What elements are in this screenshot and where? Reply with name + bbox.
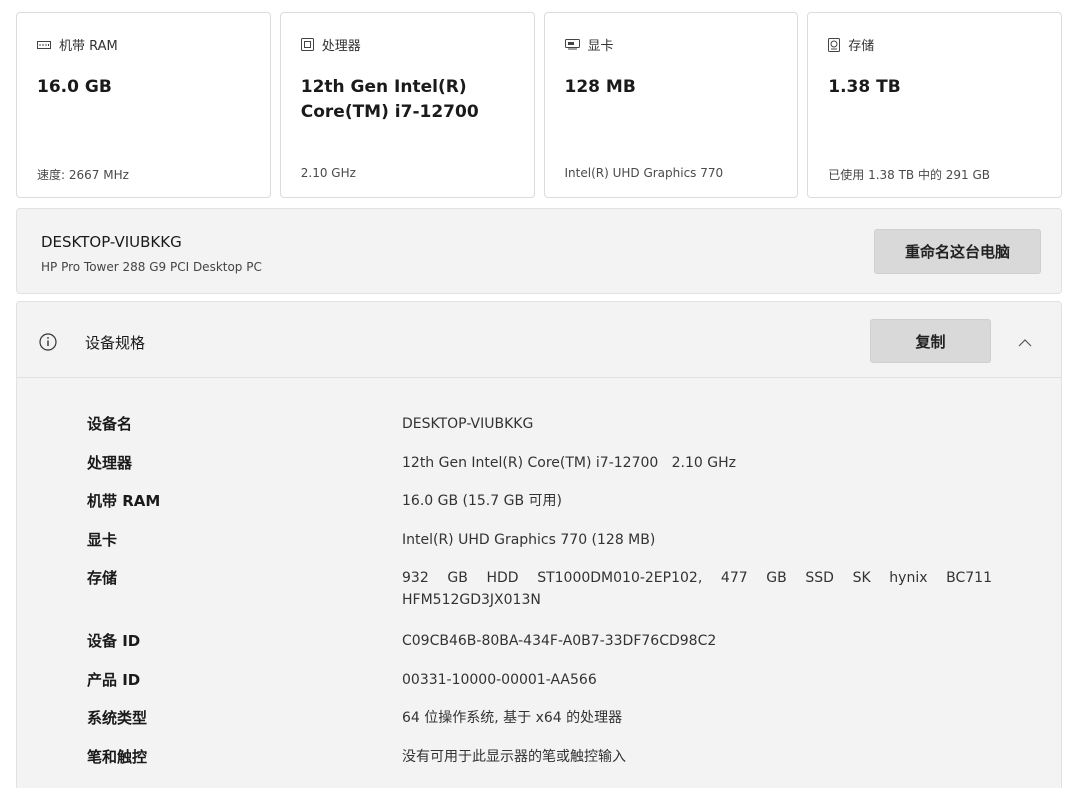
card-graphics-model: Intel(R) UHD Graphics 770 — [564, 166, 724, 180]
card-storage: 存储 1.38 TB 已使用 1.38 TB 中的 291 GB — [807, 12, 1062, 198]
device-specifications-panel: 设备规格 复制 设备名 DESKTOP-VIUBKKG 处理器 12th Gen… — [16, 301, 1062, 788]
card-processor-label: 处理器 — [321, 39, 361, 54]
spec-value: Intel(R) UHD Graphics 770 (128 MB) — [402, 532, 656, 548]
card-graphics-label: 显卡 — [587, 39, 614, 54]
info-icon — [39, 333, 57, 355]
card-graphics: 显卡 128 MB Intel(R) UHD Graphics 770 — [543, 12, 799, 198]
card-processor-value: 12th Gen Intel(R) Core(TM) i7-12700 — [300, 77, 479, 122]
card-ram-header: 机带 RAM — [37, 35, 118, 54]
chevron-up-icon[interactable] — [1017, 333, 1033, 352]
card-storage-value: 1.38 TB — [828, 77, 901, 97]
spec-value: 16.0 GB (15.7 GB 可用) — [402, 493, 562, 509]
processor-icon — [300, 38, 314, 51]
spec-label: 系统类型 — [87, 709, 148, 727]
card-graphics-header: 显卡 — [564, 35, 614, 54]
card-storage-usage: 已使用 1.38 TB 中的 291 GB — [828, 168, 991, 182]
spec-label: 存储 — [87, 569, 118, 587]
spec-label: 设备名 — [87, 415, 133, 433]
card-processor: 处理器 12th Gen Intel(R) Core(TM) i7-12700 … — [279, 12, 535, 198]
spec-value: DESKTOP-VIUBKKG — [402, 416, 534, 432]
spec-value: 12th Gen Intel(R) Core(TM) i7-12700 2.10… — [402, 455, 736, 471]
spec-label: 处理器 — [87, 454, 133, 472]
spec-label: 设备 ID — [87, 632, 141, 650]
hardware-summary-cards: 机带 RAM 16.0 GB 速度: 2667 MHz 处理器 12th Gen… — [16, 12, 1062, 198]
card-storage-header: 存储 — [828, 35, 874, 54]
device-name: DESKTOP-VIUBKKG — [41, 233, 182, 251]
card-ram-speed: 速度: 2667 MHz — [37, 168, 129, 182]
card-ram-value: 16.0 GB — [37, 77, 112, 97]
specs-title: 设备规格 — [85, 334, 146, 352]
card-graphics-value: 128 MB — [564, 77, 636, 97]
spec-value: 932 GB HDD ST1000DM010-2EP102, 477 GB SS… — [402, 570, 992, 608]
device-model: HP Pro Tower 288 G9 PCI Desktop PC — [41, 260, 262, 274]
copy-button[interactable]: 复制 — [870, 319, 991, 363]
rename-pc-button[interactable]: 重命名这台电脑 — [874, 229, 1041, 274]
device-name-panel: DESKTOP-VIUBKKG HP Pro Tower 288 G9 PCI … — [16, 208, 1062, 294]
card-ram-label: 机带 RAM — [59, 39, 118, 54]
card-processor-header: 处理器 — [300, 35, 361, 54]
spec-label: 显卡 — [87, 531, 118, 549]
spec-value: 没有可用于此显示器的笔或触控输入 — [402, 749, 626, 765]
specs-header[interactable]: 设备规格 复制 — [17, 302, 1061, 378]
card-storage-label: 存储 — [848, 39, 875, 54]
card-processor-frequency: 2.10 GHz — [300, 166, 356, 180]
spec-value: C09CB46B-80BA-434F-A0B7-33DF76CD98C2 — [402, 633, 717, 649]
storage-icon — [828, 37, 841, 52]
spec-label: 产品 ID — [87, 671, 141, 689]
memory-icon — [37, 40, 51, 50]
card-ram: 机带 RAM 16.0 GB 速度: 2667 MHz — [16, 12, 271, 198]
spec-value: 64 位操作系统, 基于 x64 的处理器 — [402, 710, 623, 726]
spec-label: 机带 RAM — [87, 492, 161, 510]
graphics-card-icon — [564, 39, 580, 50]
spec-label: 笔和触控 — [87, 748, 148, 766]
spec-value: 00331-10000-00001-AA566 — [402, 672, 597, 688]
